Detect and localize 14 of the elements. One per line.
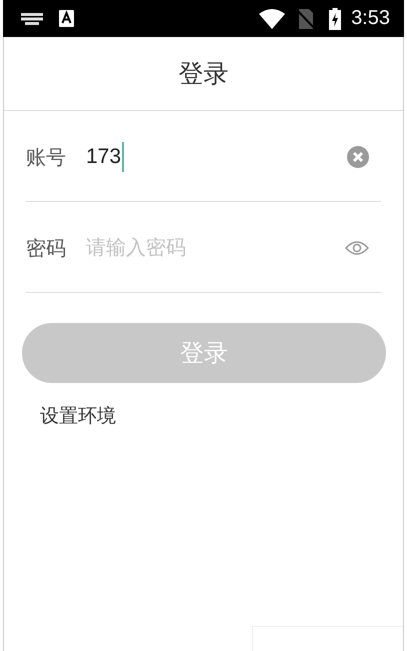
- no-sim-icon: [297, 8, 316, 28]
- field-label: 账号: [26, 144, 67, 170]
- battery-charging-icon: [329, 8, 342, 30]
- settings-link[interactable]: 设置环境: [40, 403, 116, 429]
- eye-icon[interactable]: [345, 240, 369, 256]
- text-a-icon: [59, 10, 74, 27]
- input-field[interactable]: 请输入密码: [86, 236, 336, 260]
- wifi-icon: [259, 8, 286, 28]
- page-title: 登录: [4, 37, 403, 111]
- keyboard-icon: [21, 12, 43, 24]
- clear-icon[interactable]: [347, 146, 369, 168]
- input-field[interactable]: 173: [86, 145, 122, 169]
- field-label: 密码: [26, 234, 67, 262]
- clock-time: 3:53: [351, 7, 390, 30]
